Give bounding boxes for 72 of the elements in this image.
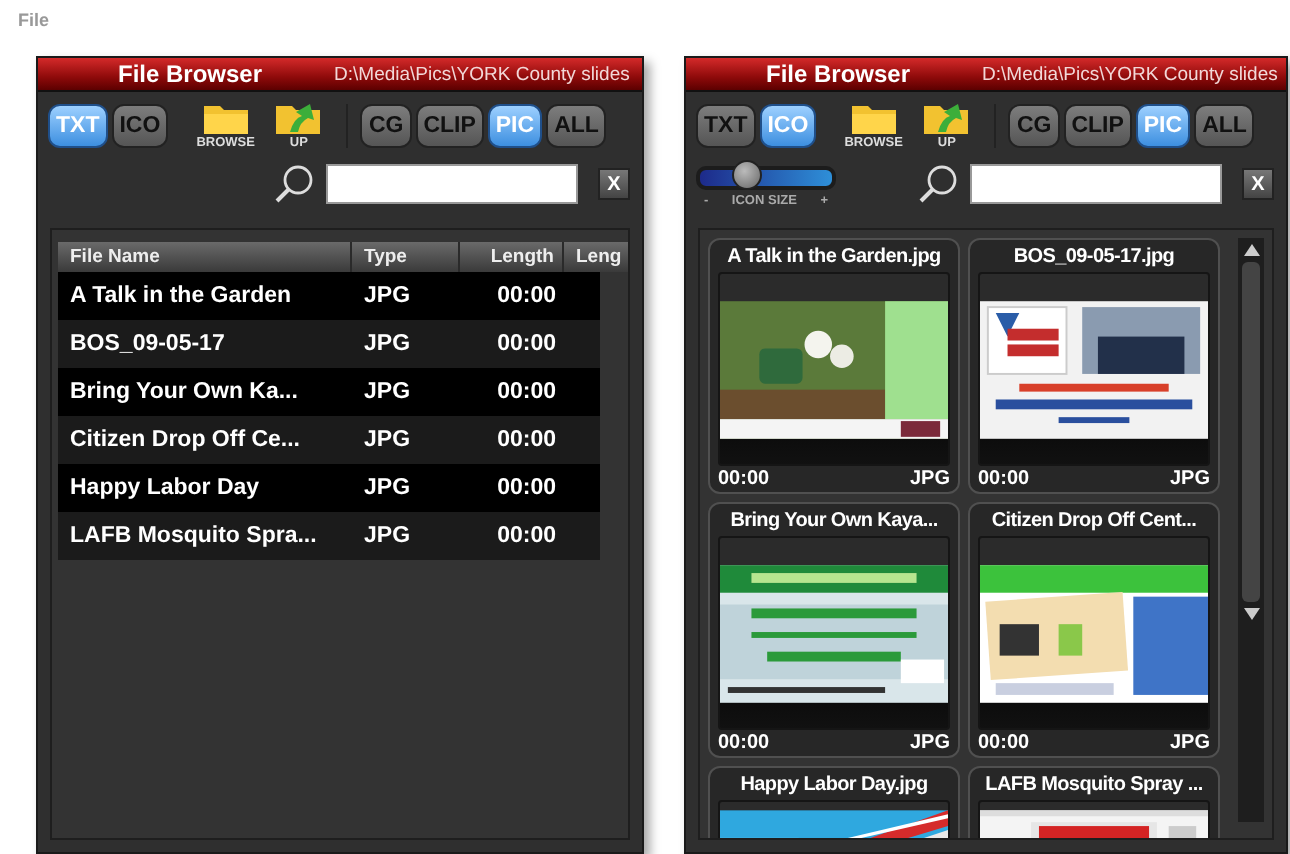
table-cell-text: BOS_09-05-17 <box>68 332 227 356</box>
table-row[interactable]: A Talk in the Garden JPG 00:00 <box>58 272 600 320</box>
file-tile[interactable]: Happy Labor Day.jpg <box>708 766 960 838</box>
tile-type: JPG <box>909 732 950 754</box>
scroll-thumb[interactable] <box>1242 262 1260 602</box>
folder-path: D:\Media\Pics\YORK County slides <box>334 63 630 85</box>
icon-size-slider[interactable] <box>696 166 836 190</box>
file-tile[interactable]: A Talk in the Garden.jpg 00:00 JPG <box>708 238 960 494</box>
table-row[interactable]: Happy Labor Day JPG 00:00 <box>58 464 600 512</box>
table-row[interactable]: BOS_09-05-17 JPG 00:00 <box>58 320 600 368</box>
table-cell-text: JPG <box>362 284 413 308</box>
table-cell-text: A Talk in the Garden <box>68 284 294 308</box>
table-cell-text: Citizen Drop Off Ce... <box>68 428 302 452</box>
table-cell-text: JPG <box>362 380 413 404</box>
panel-title: File Browser <box>766 60 911 88</box>
table-cell-text: JPG <box>362 332 413 356</box>
toggle-button[interactable]: CG <box>360 104 412 148</box>
search-icon <box>918 164 958 204</box>
table-cell-text: Bring Your Own Ka... <box>68 380 300 404</box>
folder-up-icon <box>274 100 323 136</box>
tile-title: A Talk in the Garden.jpg <box>725 244 943 272</box>
search-icon <box>274 164 314 204</box>
tile-length: 00:00 <box>978 732 1030 754</box>
clear-button[interactable]: X <box>598 168 630 200</box>
scroll-down-icon <box>1241 606 1261 622</box>
tile-title: LAFB Mosquito Spray ... <box>983 772 1205 800</box>
toggle-button[interactable]: CLIP <box>415 104 484 148</box>
table-cell-text: Happy Labor Day <box>68 476 262 500</box>
menu-label: File <box>16 8 50 34</box>
table-cell-text: 00:00 <box>495 476 558 500</box>
folder-path: D:\Media\Pics\YORK County slides <box>982 63 1278 85</box>
clear-button[interactable]: X <box>1242 168 1274 200</box>
tile-type: JPG <box>909 468 950 490</box>
search-field[interactable] <box>970 164 1222 204</box>
table-row[interactable]: Bring Your Own Ka... JPG 00:00 <box>58 368 600 416</box>
file-tile[interactable]: LAFB Mosquito Spray ... <box>968 766 1220 838</box>
table-cell-text: 00:00 <box>495 428 558 452</box>
slider-thumb[interactable] <box>732 160 763 190</box>
scroll-up-icon <box>1241 242 1261 258</box>
table-cell-text: 00:00 <box>495 332 558 356</box>
tile-title: BOS_09-05-17.jpg <box>1011 244 1177 272</box>
table-cell-text: 00:00 <box>495 380 558 404</box>
toggle-button[interactable]: TXT <box>696 104 756 148</box>
table-cell-text: 00:00 <box>495 284 558 308</box>
folder-up-icon <box>922 100 971 136</box>
column-header[interactable]: Leng <box>564 242 618 272</box>
tile-title: Citizen Drop Off Cent... <box>989 508 1199 536</box>
table-row[interactable]: LAFB Mosquito Spra... JPG 00:00 <box>58 512 600 560</box>
toggle-button[interactable]: CG <box>1008 104 1060 148</box>
folder-icon <box>201 100 250 136</box>
table-cell-text: JPG <box>362 476 413 500</box>
file-tile[interactable]: Bring Your Own Kaya... 00:00 JPG <box>708 502 960 758</box>
table-cell-text: LAFB Mosquito Spra... <box>68 524 319 548</box>
table-row[interactable]: Citizen Drop Off Ce... JPG 00:00 <box>58 416 600 464</box>
scrollbar[interactable] <box>1238 238 1264 822</box>
file-tile[interactable]: BOS_09-05-17.jpg 00:00 JPG <box>968 238 1220 494</box>
tile-length: 00:00 <box>978 468 1030 490</box>
tile-length: 00:00 <box>718 732 770 754</box>
tile-length: 00:00 <box>718 468 770 490</box>
tile-type: JPG <box>1169 732 1210 754</box>
tile-title: Bring Your Own Kaya... <box>728 508 940 536</box>
table-cell-text: JPG <box>362 524 413 548</box>
file-tile[interactable]: Citizen Drop Off Cent... 00:00 JPG <box>968 502 1220 758</box>
folder-icon <box>849 100 898 136</box>
toggle-button[interactable]: ICO <box>111 104 169 148</box>
table-cell-text: 00:00 <box>495 524 558 548</box>
table-cell-text: JPG <box>362 428 413 452</box>
search-field[interactable] <box>326 164 578 204</box>
toggle-button[interactable]: CLIP <box>1063 104 1132 148</box>
panel-title: File Browser <box>118 60 263 88</box>
tile-title: Happy Labor Day.jpg <box>738 772 930 800</box>
tile-type: JPG <box>1169 468 1210 490</box>
